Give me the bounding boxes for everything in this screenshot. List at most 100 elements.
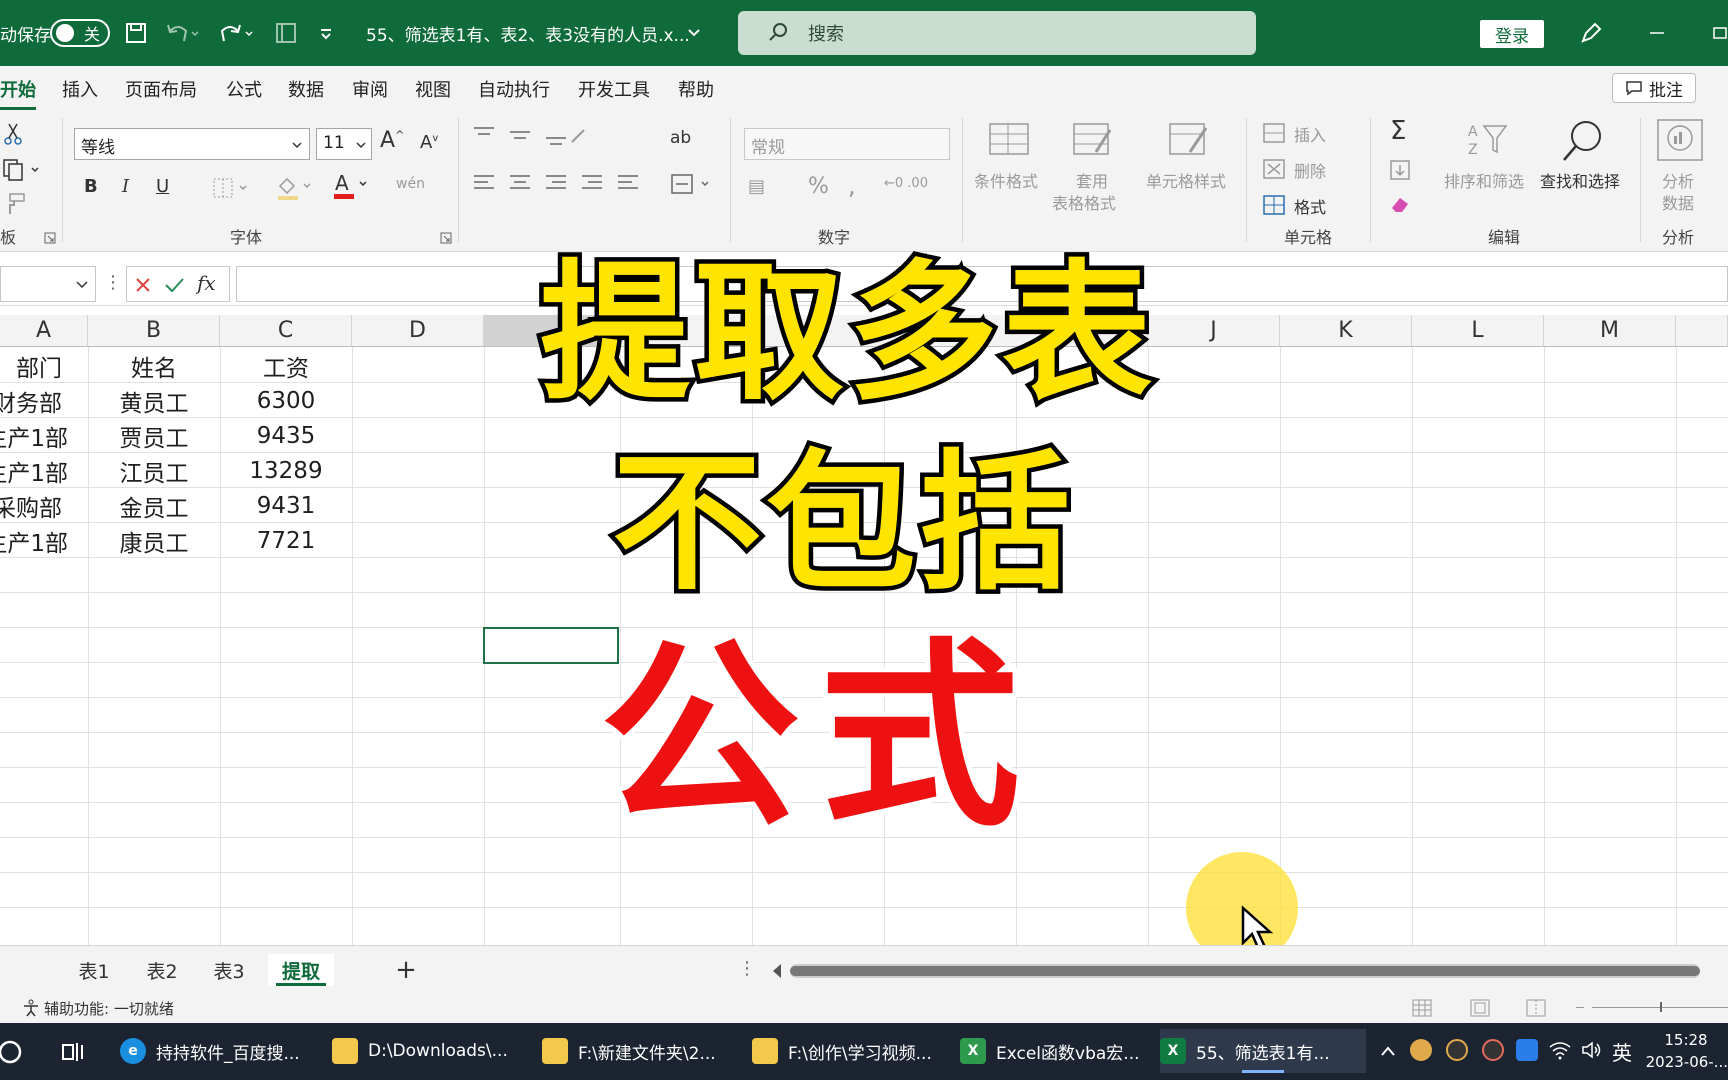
increase-decimal-icon[interactable]: ←0 .00: [884, 176, 928, 191]
underline-icon[interactable]: U: [156, 176, 169, 197]
cell-a6[interactable]: 生产1部: [0, 523, 88, 558]
login-button[interactable]: 登录: [1480, 20, 1544, 48]
add-sheet-button[interactable]: +: [390, 954, 422, 986]
horizontal-scrollbar[interactable]: [790, 964, 1700, 978]
tab-home[interactable]: 开始: [0, 76, 36, 110]
cell-b1[interactable]: 姓名: [88, 348, 220, 383]
cell-b4[interactable]: 江员工: [88, 453, 220, 488]
currency-icon[interactable]: ▤: [748, 176, 765, 197]
clock[interactable]: 15:28 2023-06-...: [1644, 1029, 1728, 1073]
sheet-tab-2[interactable]: 表2: [134, 954, 190, 986]
cell-a4[interactable]: 生产1部: [0, 453, 88, 488]
cell-a3[interactable]: 生产1部: [0, 418, 88, 453]
cell-c4[interactable]: 13289: [220, 453, 352, 488]
cell-a2[interactable]: 财务部: [0, 383, 88, 418]
selected-cell[interactable]: [483, 627, 619, 664]
cell-c2[interactable]: 6300: [220, 383, 352, 418]
column-header-l[interactable]: L: [1412, 315, 1544, 347]
percent-icon[interactable]: %: [808, 174, 829, 199]
tab-review[interactable]: 审阅: [352, 76, 388, 102]
column-header-c[interactable]: C: [220, 315, 352, 347]
undo-icon[interactable]: [164, 0, 200, 66]
page-layout-view-icon[interactable]: [1470, 999, 1490, 1017]
qq-icon[interactable]: [1446, 1039, 1468, 1061]
delete-cells-label[interactable]: 删除: [1294, 158, 1326, 182]
border-icon[interactable]: [212, 176, 252, 200]
cut-icon[interactable]: [2, 122, 24, 146]
search-box[interactable]: 搜索: [738, 11, 1256, 55]
delete-cells-icon[interactable]: [1262, 158, 1286, 180]
sheet-tab-3[interactable]: 表3: [201, 954, 257, 986]
accessibility-icon[interactable]: [22, 999, 40, 1017]
chevron-up-icon[interactable]: [1380, 1045, 1396, 1057]
column-header-j[interactable]: J: [1148, 315, 1280, 347]
cell-b3[interactable]: 贾员工: [88, 418, 220, 453]
tab-automate[interactable]: 自动执行: [478, 76, 550, 102]
autosave-toggle[interactable]: 关: [50, 0, 110, 66]
restore-icon[interactable]: [1712, 0, 1728, 66]
taskbar-item-creation[interactable]: F:\创作\学习视频...: [752, 1029, 948, 1073]
scroll-left-icon[interactable]: [770, 962, 784, 980]
cell-styles-icon[interactable]: [1168, 122, 1210, 158]
insert-function-icon[interactable]: fx: [197, 271, 216, 295]
wifi-icon[interactable]: [1548, 1039, 1572, 1061]
enter-icon[interactable]: [163, 275, 185, 295]
merge-center-icon[interactable]: [670, 172, 716, 196]
customize-qat-icon[interactable]: [318, 0, 334, 66]
volume-icon[interactable]: [1580, 1039, 1604, 1061]
font-name-select[interactable]: 等线: [74, 128, 310, 160]
column-header-d[interactable]: D: [352, 315, 484, 347]
cell-c5[interactable]: 9431: [220, 488, 352, 523]
cell-a1[interactable]: 部门: [0, 348, 88, 383]
analyze-data-icon[interactable]: [1656, 118, 1704, 162]
redo-icon[interactable]: [218, 0, 254, 66]
tray-app-icon[interactable]: [1410, 1039, 1432, 1061]
document-title[interactable]: 55、筛选表1有、表2、表3没有的人员.x...: [366, 0, 690, 66]
cell-b5[interactable]: 金员工: [88, 488, 220, 523]
qq-icon-2[interactable]: [1482, 1039, 1504, 1061]
font-color-icon[interactable]: A: [332, 172, 372, 202]
name-box[interactable]: [0, 266, 96, 302]
fill-icon[interactable]: [1388, 158, 1412, 182]
fill-color-icon[interactable]: [276, 174, 316, 202]
tab-formulas[interactable]: 公式: [226, 76, 262, 102]
italic-icon[interactable]: I: [122, 176, 129, 197]
conditional-format-icon[interactable]: [988, 122, 1030, 158]
cell-c6[interactable]: 7721: [220, 523, 352, 558]
clear-icon[interactable]: [1388, 194, 1412, 216]
dialog-launcher-icon[interactable]: [44, 232, 56, 244]
column-header-m[interactable]: M: [1544, 315, 1676, 347]
cell-a5[interactable]: 采购部: [0, 488, 88, 523]
copy-icon[interactable]: [2, 158, 42, 182]
column-header-n[interactable]: [1676, 315, 1728, 347]
bold-icon[interactable]: B: [84, 176, 98, 197]
sheet-tab-extract[interactable]: 提取: [268, 954, 334, 986]
find-select-icon[interactable]: [1560, 118, 1606, 164]
pen-icon[interactable]: [1578, 0, 1604, 66]
save-icon[interactable]: [124, 0, 148, 66]
dialog-launcher-icon[interactable]: [440, 232, 452, 244]
zoom-out-icon[interactable]: [1576, 1007, 1584, 1008]
column-header-k[interactable]: K: [1280, 315, 1412, 347]
scrollbar-thumb[interactable]: [790, 966, 1700, 976]
taskbar-item-downloads[interactable]: D:\Downloads\...: [332, 1029, 528, 1073]
task-view-icon[interactable]: [60, 1039, 86, 1065]
increase-font-icon[interactable]: A^: [380, 128, 404, 153]
tabs-splitter-icon[interactable]: ⋮: [738, 958, 756, 979]
ime-indicator[interactable]: 英: [1612, 1037, 1632, 1066]
column-header-b[interactable]: B: [88, 315, 220, 347]
decrease-font-icon[interactable]: Av: [420, 132, 438, 153]
sort-filter-icon[interactable]: AZ: [1466, 120, 1510, 162]
align-top-icons[interactable]: [472, 124, 592, 148]
cell-c3[interactable]: 9435: [220, 418, 352, 453]
cell-c1[interactable]: 工资: [220, 348, 352, 383]
minimize-icon[interactable]: [1648, 0, 1666, 66]
insert-cells-icon[interactable]: [1262, 122, 1286, 144]
tab-help[interactable]: 帮助: [678, 76, 714, 102]
insert-cells-label[interactable]: 插入: [1294, 122, 1326, 146]
search-circle-icon[interactable]: [0, 1037, 26, 1067]
zoom-slider-thumb[interactable]: [1660, 1002, 1662, 1012]
taskbar-item-xl-app[interactable]: X Excel函数vba宏...: [960, 1029, 1156, 1073]
tab-view[interactable]: 视图: [415, 76, 451, 102]
format-cells-icon[interactable]: [1262, 194, 1286, 216]
